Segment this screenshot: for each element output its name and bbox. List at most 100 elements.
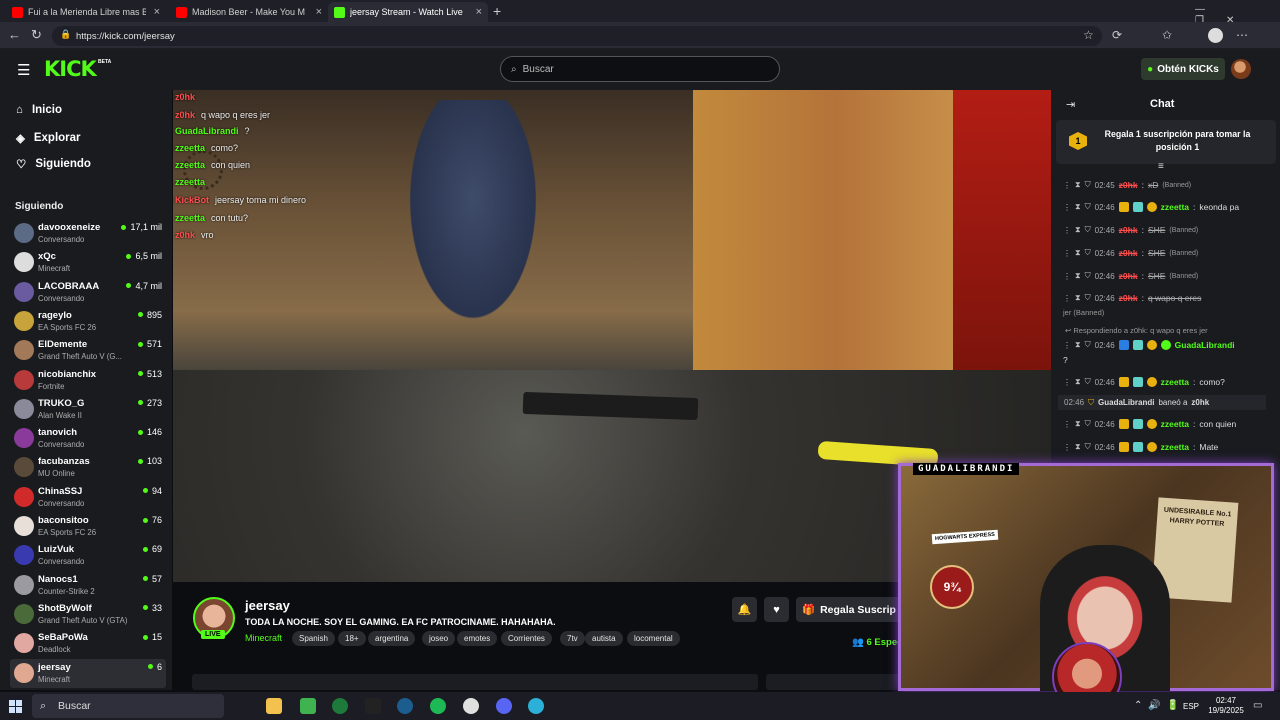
browser-tab-1[interactable]: Fui a la Merienda Libre mas Barat × <box>6 2 166 22</box>
stream-tag[interactable]: 18+ <box>338 631 366 646</box>
chat-username[interactable]: z0hk <box>1119 248 1138 258</box>
stream-tag[interactable]: emotes <box>457 631 498 646</box>
stream-tag[interactable]: locomental <box>627 631 680 646</box>
close-tab-icon[interactable]: × <box>476 6 482 18</box>
chat-username[interactable]: z0hk <box>1119 271 1138 281</box>
collapse-chat-icon[interactable]: ⇥ <box>1066 98 1075 111</box>
stream-tag[interactable]: joseo <box>422 631 456 646</box>
url-field[interactable]: https://kick.com/jeersay <box>52 26 1102 46</box>
search-input[interactable]: ⌕ Buscar <box>500 56 780 82</box>
chat-message[interactable]: ⋮ ⧗ ⛉ 02:46 zzeetta: Mate <box>1063 442 1273 452</box>
browser-tab-3-active[interactable]: jeersay Stream - Watch Live × <box>328 2 488 22</box>
favorite-star-icon[interactable]: ☆ <box>1083 28 1094 42</box>
sidebar-channel-truko_g[interactable]: TRUKO_G Alan Wake II 273 <box>10 395 166 424</box>
chat-message[interactable]: ⋮ ⧗ ⛉ 02:46 z0hk: SHE (Banned) <box>1063 248 1273 258</box>
spotify-icon[interactable] <box>430 698 446 714</box>
notification-bell-button[interactable]: 🔔 <box>732 597 757 622</box>
refresh-icon[interactable]: ↻ <box>31 27 42 43</box>
extensions-icon[interactable]: ⟳ <box>1112 28 1122 42</box>
file-explorer-icon[interactable] <box>266 698 282 714</box>
discord-icon[interactable] <box>496 698 512 714</box>
sidebar-channel-lacobraaa[interactable]: LACOBRAAA Conversando 4,7 mil <box>10 278 166 307</box>
user-avatar[interactable] <box>1231 59 1251 79</box>
chat-username[interactable]: GuadaLibrandi <box>1175 340 1235 350</box>
sidebar-channel-jeersay[interactable]: jeersay Minecraft 6 <box>10 658 166 688</box>
chat-message[interactable]: ⋮ ⧗ ⛉ 02:46 z0hk: SHE (Banned) <box>1063 225 1273 235</box>
sidebar-channel-facubanzas[interactable]: facubanzas MU Online 103 <box>10 453 166 482</box>
sidebar-channel-davooxeneize[interactable]: davooxeneize Conversando 17,1 mil <box>10 219 166 248</box>
sidebar-item-siguiendo[interactable]: ♡ Siguiendo <box>16 157 91 171</box>
overlay-message: q wapo q eres jer <box>201 110 271 120</box>
xbox-icon[interactable] <box>332 698 348 714</box>
chat-username[interactable]: z0hk <box>1119 293 1138 303</box>
stream-category[interactable]: Minecraft <box>245 633 282 643</box>
back-icon[interactable]: ← <box>8 27 21 42</box>
shield-icon: ⛉ <box>1084 180 1091 189</box>
sidebar-channel-nicobianchix[interactable]: nicobianchix Fortnite 513 <box>10 366 166 395</box>
notifications-icon[interactable]: ▭ <box>1253 700 1262 711</box>
sidebar-item-explorar[interactable]: ◈ Explorar <box>16 131 81 145</box>
more-menu-icon[interactable]: ⋯ <box>1236 28 1248 42</box>
sidebar-channel-luizvuk[interactable]: LuizVuk Conversando 69 <box>10 541 166 570</box>
sidebar-item-inicio[interactable]: ⌂ Inicio <box>16 104 62 116</box>
sidebar-channel-chinassj[interactable]: ChinaSSJ Conversando 94 <box>10 483 166 512</box>
lock-icon[interactable]: 🔒 <box>60 29 71 40</box>
chat-message[interactable]: ⋮ ⧗ ⛉ 02:46 GuadaLibrandi <box>1063 340 1273 350</box>
nav-label: Inicio <box>31 104 62 116</box>
obs-icon[interactable] <box>463 698 479 714</box>
windows-start-icon[interactable] <box>9 700 22 713</box>
mod-target[interactable]: z0hk <box>1191 398 1209 407</box>
get-kicks-button[interactable]: ● Obtén KICKs <box>1141 58 1225 80</box>
epic-games-icon[interactable] <box>365 698 381 714</box>
stream-tag[interactable]: autista <box>585 631 623 646</box>
chat-username[interactable]: zzeetta <box>1161 202 1189 212</box>
mod-actor[interactable]: GuadaLibrandi <box>1098 398 1154 407</box>
stream-tag[interactable]: Spanish <box>292 631 335 646</box>
expand-handle-icon[interactable]: ≡ <box>1158 161 1164 172</box>
chat-message[interactable]: ⋮ ⧗ ⛉ 02:46 zzeetta: con quien <box>1063 419 1273 429</box>
favorites-icon[interactable]: ✩ <box>1162 28 1172 42</box>
close-tab-icon[interactable]: × <box>316 6 322 18</box>
stream-tag[interactable]: Corrientes <box>501 631 552 646</box>
chat-username[interactable]: zzeetta <box>1161 377 1189 387</box>
hamburger-menu-icon[interactable]: ☰ <box>17 61 30 79</box>
sidebar-channel-rageylo[interactable]: rageylo EA Sports FC 26 895 <box>10 307 166 336</box>
sidebar-channel-xqc[interactable]: xQc Minecraft 6,5 mil <box>10 248 166 277</box>
sidebar-channel-nanocs1[interactable]: Nanocs1 Counter-Strike 2 57 <box>10 571 166 600</box>
youtube-favicon-icon <box>12 6 23 18</box>
stream-tag[interactable]: argentina <box>368 631 416 646</box>
sidebar-channel-sebapowa[interactable]: SeBaPoWa Deadlock 15 <box>10 629 166 658</box>
chat-username[interactable]: zzeetta <box>1161 419 1189 429</box>
app-icon[interactable] <box>300 698 316 714</box>
chat-time: 02:46 <box>1094 442 1115 452</box>
follow-heart-button[interactable]: ♥ <box>764 597 789 622</box>
pin-icon: ⋮ <box>1063 271 1071 281</box>
steam-icon[interactable] <box>397 698 413 714</box>
chat-message[interactable]: ⋮ ⧗ ⛉ 02:46 zzeetta: keonda pa <box>1063 202 1273 212</box>
channel-category: Conversando <box>38 498 85 508</box>
chat-message[interactable]: ⋮ ⧗ ⛉ 02:46 zzeetta: como? <box>1063 377 1273 387</box>
new-tab-icon[interactable]: + <box>493 3 501 19</box>
sidebar-channel-baconsitoo[interactable]: baconsitoo EA Sports FC 26 76 <box>10 512 166 541</box>
taskbar-clock[interactable]: 02:47 19/9/2025 <box>1203 696 1249 716</box>
sidebar-channel-tanovich[interactable]: tanovich Conversando 146 <box>10 424 166 453</box>
chat-username[interactable]: z0hk <box>1119 180 1138 190</box>
chat-message[interactable]: ⋮ ⧗ ⛉ 02:46 z0hk: SHE (Banned) <box>1063 271 1273 281</box>
language-indicator[interactable]: ESP <box>1183 702 1199 711</box>
sidebar-channel-eldemente[interactable]: ElDemente Grand Theft Auto V (G... 571 <box>10 336 166 365</box>
timeout-icon: ⧗ <box>1075 340 1081 349</box>
close-tab-icon[interactable]: × <box>154 6 160 18</box>
chat-message[interactable]: ⋮ ⧗ ⛉ 02:46 z0hk: q wapo q eres <box>1063 293 1273 303</box>
stream-tag[interactable]: 7tv <box>560 631 585 646</box>
streamer-name[interactable]: jeersay <box>245 598 290 613</box>
browser-tab-2[interactable]: Madison Beer - Make You M × <box>170 2 328 22</box>
sidebar-channel-shotbywolf[interactable]: ShotByWolf Grand Theft Auto V (GTA) 33 <box>10 600 166 629</box>
kick-logo[interactable]: KICK <box>44 57 97 81</box>
chat-message[interactable]: ⋮ ⧗ ⛉ 02:45 z0hk: xD (Banned) <box>1063 180 1273 190</box>
taskbar-search[interactable]: Buscar <box>32 694 224 718</box>
chat-username[interactable]: zzeetta <box>1161 442 1189 452</box>
system-tray-icons[interactable]: ⌃🔊🔋 <box>1134 700 1185 711</box>
profile-icon[interactable] <box>1208 28 1223 43</box>
edge-icon[interactable] <box>528 698 544 714</box>
chat-username[interactable]: z0hk <box>1119 225 1138 235</box>
